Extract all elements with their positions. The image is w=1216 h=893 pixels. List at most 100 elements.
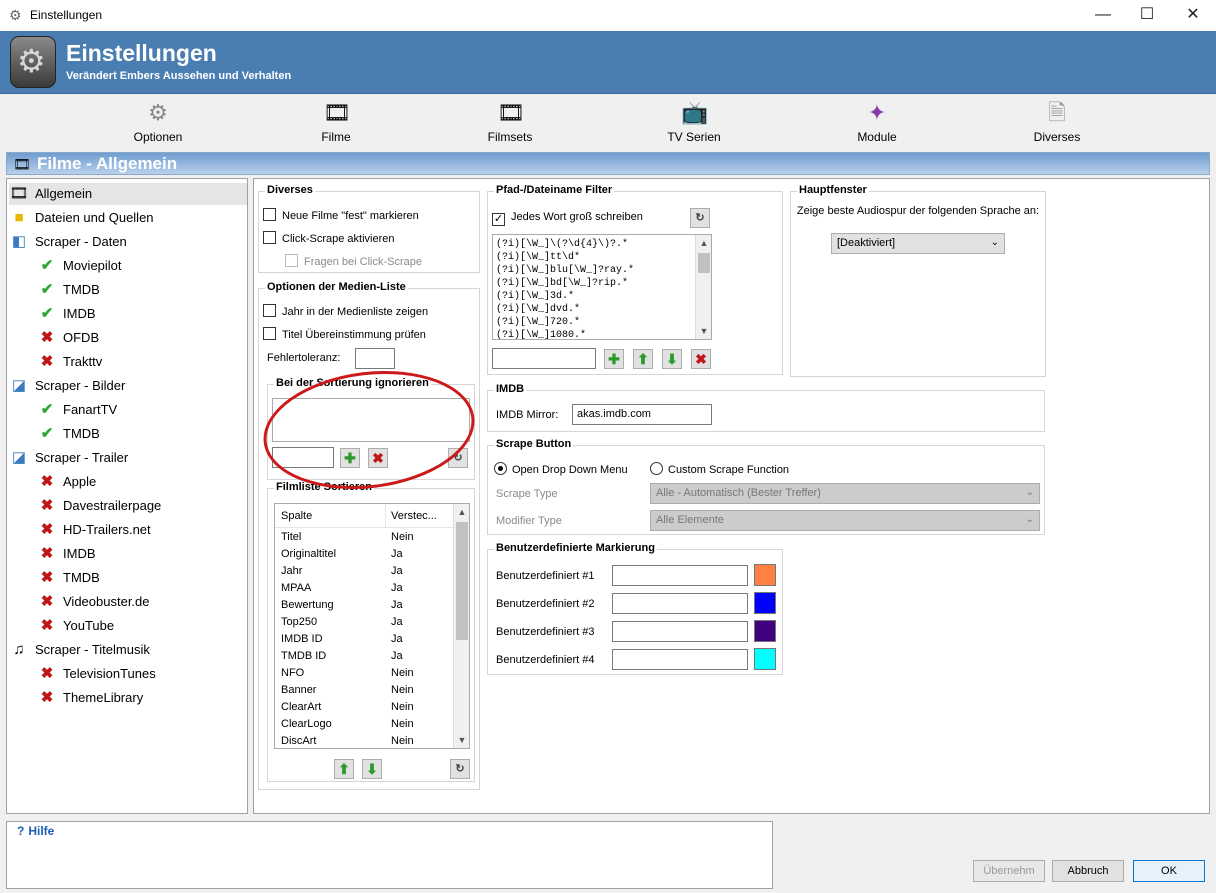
reset-sort-button[interactable]: ↻: [450, 759, 470, 779]
table-row[interactable]: TMDB ID Ja: [275, 650, 455, 667]
move-up-button[interactable]: ⬆: [334, 759, 354, 779]
list-item[interactable]: (?i)[\W_]tt\d*: [493, 251, 711, 264]
tree-item-fanarttv[interactable]: ✔ FanartTV: [37, 399, 117, 421]
grid-scrollbar[interactable]: ▲ ▼: [453, 504, 469, 748]
close-button[interactable]: ✕: [1170, 0, 1216, 31]
add-filter-button[interactable]: ✚: [604, 349, 624, 369]
tree-item-imdb-trailer[interactable]: ✖ IMDB: [37, 543, 96, 565]
tree-item-scraper-bilder[interactable]: ◪ Scraper - Bilder: [9, 375, 125, 397]
marker-2-color[interactable]: [754, 592, 776, 614]
tree-item-apple[interactable]: ✖ Apple: [37, 471, 97, 493]
move-down-button[interactable]: ⬇: [362, 759, 382, 779]
tree-item-ofdb[interactable]: ✖ OFDB: [37, 327, 99, 349]
tree-item-moviepilot[interactable]: ✔ Moviepilot: [37, 255, 122, 277]
fehlertoleranz-label: Fehlertoleranz:: [267, 352, 341, 364]
ok-button[interactable]: OK: [1133, 860, 1205, 882]
titel-checkbox[interactable]: Titel Übereinstimmung prüfen: [263, 327, 426, 342]
imdb-mirror-input[interactable]: akas.imdb.com: [572, 404, 712, 425]
table-row[interactable]: ClearArt Nein: [275, 701, 455, 718]
list-item[interactable]: (?i)[\W_]blu[\W_]?ray.*: [493, 264, 711, 277]
click-scrape-checkbox[interactable]: Click-Scrape aktivieren: [263, 231, 394, 246]
marker-1-input[interactable]: [612, 565, 748, 586]
filter-up-button[interactable]: ⬆: [633, 349, 653, 369]
cancel-button[interactable]: Abbruch: [1052, 860, 1124, 882]
tree-item-televisiontunes[interactable]: ✖ TelevisionTunes: [37, 663, 156, 685]
scroll-up-icon[interactable]: ▲: [696, 235, 711, 251]
marker-3-input[interactable]: [612, 621, 748, 642]
column-header-verstecken[interactable]: Versteс...: [391, 510, 437, 522]
list-item[interactable]: (?i)[\W_]bd[\W_]?rip.*: [493, 277, 711, 290]
tree-item-scraper-daten[interactable]: ◧ Scraper - Daten: [9, 231, 127, 253]
column-header-spalte[interactable]: Spalte: [281, 510, 312, 522]
marker-4-input[interactable]: [612, 649, 748, 670]
tree-item-tmdb[interactable]: ✔ TMDB: [37, 279, 100, 301]
table-row[interactable]: Jahr Ja: [275, 565, 455, 582]
tab-filmsets[interactable]: 🎞 Filmsets: [470, 95, 550, 151]
list-item[interactable]: (?i)[\W_]1080.*: [493, 329, 711, 339]
remove-filter-button[interactable]: ✖: [691, 349, 711, 369]
reset-filter-button[interactable]: ↻: [690, 208, 710, 228]
list-item[interactable]: (?i)[\W_]dvd.*: [493, 303, 711, 316]
maximize-button[interactable]: ☐: [1124, 0, 1170, 31]
scrape-type-dropdown[interactable]: Alle - Automatisch (Bester Treffer) ⌄: [650, 483, 1040, 504]
table-row[interactable]: Bewertung Ja: [275, 599, 455, 616]
tab-module[interactable]: ✦ Module: [837, 95, 917, 151]
list-item[interactable]: (?i)[\W_]3d.*: [493, 290, 711, 303]
table-row[interactable]: DiscArt Nein: [275, 735, 455, 748]
marker-3-color[interactable]: [754, 620, 776, 642]
custom-scrape-radio[interactable]: Custom Scrape Function: [650, 462, 789, 476]
jedes-wort-checkbox[interactable]: ✓ Jedes Wort groß schreiben: [492, 210, 643, 226]
section-header: 🎞 Filme - Allgemein: [6, 152, 1210, 175]
list-item[interactable]: (?i)[\W_]720.*: [493, 316, 711, 329]
tree-item-dateien[interactable]: ■ Dateien und Quellen: [9, 207, 153, 229]
tree-item-scraper-trailer[interactable]: ◪ Scraper - Trailer: [9, 447, 128, 469]
neue-filme-checkbox[interactable]: Neue Filme "fest" markieren: [263, 208, 419, 223]
filter-down-button[interactable]: ⬇: [662, 349, 682, 369]
marker-2-input[interactable]: [612, 593, 748, 614]
table-row[interactable]: NFO Nein: [275, 667, 455, 684]
tree-item-tmdb-trailer[interactable]: ✖ TMDB: [37, 567, 100, 589]
tree-item-videobuster[interactable]: ✖ Videobuster.de: [37, 591, 150, 613]
scroll-down-icon[interactable]: ▼: [454, 732, 469, 748]
scroll-thumb[interactable]: [698, 253, 710, 273]
marker-1-color[interactable]: [754, 564, 776, 586]
filter-scrollbar[interactable]: ▲ ▼: [695, 235, 711, 339]
fehlertoleranz-input[interactable]: [355, 348, 395, 369]
scroll-up-icon[interactable]: ▲: [454, 504, 469, 520]
tree-label: Videobuster.de: [63, 594, 150, 609]
minimize-button[interactable]: —: [1080, 0, 1126, 31]
filter-list[interactable]: (?i)[\W_]\(?\d{4}\)?.* (?i)[\W_]tt\d* (?…: [492, 234, 712, 340]
list-item[interactable]: (?i)[\W_]\(?\d{4}\)?.*: [493, 238, 711, 251]
tree-item-hdtrailers[interactable]: ✖ HD-Trailers.net: [37, 519, 151, 541]
tree-item-davestrailerpage[interactable]: ✖ Davestrailerpage: [37, 495, 162, 517]
marker-4-color[interactable]: [754, 648, 776, 670]
table-row[interactable]: MPAA Ja: [275, 582, 455, 599]
tree-item-allgemein[interactable]: 🎞 Allgemein: [9, 183, 247, 205]
filmliste-grid[interactable]: Spalte Versteс... Titel Nein Originaltite…: [274, 503, 470, 749]
tab-tv-serien[interactable]: 📺 TV Serien: [654, 95, 734, 151]
table-row[interactable]: IMDB ID Ja: [275, 633, 455, 650]
tree-item-scraper-titelmusik[interactable]: ♫ Scraper - Titelmusik: [9, 639, 150, 661]
tab-optionen[interactable]: ⚙ Optionen: [118, 95, 198, 151]
open-dropdown-radio[interactable]: Open Drop Down Menu: [494, 462, 628, 476]
tab-filme[interactable]: 🎞 Filme: [296, 95, 376, 151]
filter-input[interactable]: [492, 348, 596, 369]
scroll-down-icon[interactable]: ▼: [696, 323, 711, 339]
tree-item-youtube[interactable]: ✖ YouTube: [37, 615, 114, 637]
table-row[interactable]: Banner Nein: [275, 684, 455, 701]
modifier-type-dropdown[interactable]: Alle Elemente ⌄: [650, 510, 1040, 531]
tree-item-themelibrary[interactable]: ✖ ThemeLibrary: [37, 687, 144, 709]
tab-diverses[interactable]: 🗎 Diverses: [1017, 95, 1097, 151]
jahr-checkbox[interactable]: Jahr in der Medienliste zeigen: [263, 304, 428, 319]
tree-item-tmdb-bilder[interactable]: ✔ TMDB: [37, 423, 100, 445]
table-row[interactable]: Titel Nein: [275, 531, 455, 548]
tree-item-trakttv[interactable]: ✖ Trakttv: [37, 351, 103, 373]
fragen-checkbox[interactable]: Fragen bei Click-Scrape: [285, 254, 422, 269]
table-row[interactable]: ClearLogo Nein: [275, 718, 455, 735]
table-row[interactable]: Top250 Ja: [275, 616, 455, 633]
tree-item-imdb[interactable]: ✔ IMDB: [37, 303, 96, 325]
audiospur-dropdown[interactable]: [Deaktiviert] ⌄: [831, 233, 1005, 254]
table-row[interactable]: Originaltitel Ja: [275, 548, 455, 565]
scroll-thumb[interactable]: [456, 522, 468, 640]
apply-button[interactable]: Übernehm: [973, 860, 1045, 882]
